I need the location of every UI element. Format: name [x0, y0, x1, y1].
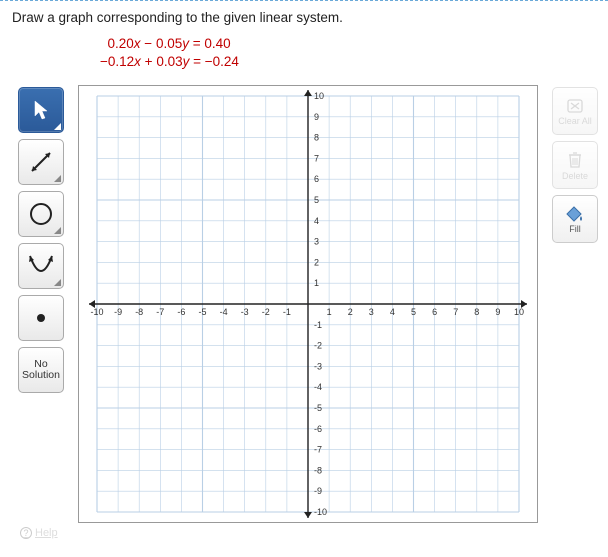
- point-tool-button[interactable]: [18, 295, 64, 341]
- svg-text:5: 5: [411, 307, 416, 317]
- svg-text:-8: -8: [314, 466, 322, 476]
- trash-icon: [566, 150, 584, 170]
- svg-text:3: 3: [314, 237, 319, 247]
- no-solution-button[interactable]: No Solution: [18, 347, 64, 393]
- equations-block: 0.20x − 0.05y = 0.40 −0.12x + 0.03y = −0…: [0, 29, 608, 81]
- svg-text:1: 1: [314, 279, 319, 289]
- equation-1: 0.20x − 0.05y = 0.40: [100, 35, 608, 53]
- svg-text:6: 6: [314, 175, 319, 185]
- help-link[interactable]: ? Help: [20, 527, 58, 539]
- svg-text:-2: -2: [314, 341, 322, 351]
- svg-text:-3: -3: [314, 362, 322, 372]
- pointer-icon: [32, 99, 50, 121]
- svg-text:7: 7: [453, 307, 458, 317]
- svg-text:9: 9: [314, 112, 319, 122]
- svg-text:-10: -10: [90, 307, 103, 317]
- circle-icon: [27, 200, 55, 228]
- fill-label: Fill: [569, 224, 581, 234]
- svg-text:1: 1: [327, 307, 332, 317]
- fill-button[interactable]: Fill: [552, 195, 598, 243]
- svg-text:2: 2: [348, 307, 353, 317]
- right-tool-palette: Clear All Delete Fill: [552, 87, 598, 249]
- svg-text:-6: -6: [314, 424, 322, 434]
- svg-text:8: 8: [314, 133, 319, 143]
- pointer-tool-button[interactable]: [18, 87, 64, 133]
- line-tool-button[interactable]: [18, 139, 64, 185]
- svg-text:10: 10: [314, 91, 324, 101]
- graph-canvas[interactable]: -10 -9 -8 -7 -6 -5 -4 -3 -2 -1 1 2 3 4 5 6 7 8 9 10 -10 -9 -8 -…: [78, 85, 538, 523]
- circle-tool-button[interactable]: [18, 191, 64, 237]
- svg-text:7: 7: [314, 154, 319, 164]
- delete-button[interactable]: Delete: [552, 141, 598, 189]
- clear-all-button[interactable]: Clear All: [552, 87, 598, 135]
- svg-text:10: 10: [514, 307, 524, 317]
- line-icon: [27, 148, 55, 176]
- svg-text:9: 9: [495, 307, 500, 317]
- svg-text:4: 4: [390, 307, 395, 317]
- parabola-icon: [26, 252, 56, 280]
- svg-text:-9: -9: [114, 307, 122, 317]
- fill-icon: [565, 205, 585, 223]
- svg-text:6: 6: [432, 307, 437, 317]
- help-label: Help: [35, 527, 58, 539]
- svg-text:-7: -7: [156, 307, 164, 317]
- svg-text:-8: -8: [135, 307, 143, 317]
- svg-text:-1: -1: [314, 320, 322, 330]
- svg-text:2: 2: [314, 258, 319, 268]
- svg-text:-5: -5: [314, 403, 322, 413]
- clear-all-label: Clear All: [558, 116, 592, 126]
- svg-text:-3: -3: [241, 307, 249, 317]
- svg-text:-4: -4: [314, 383, 322, 393]
- svg-text:3: 3: [369, 307, 374, 317]
- svg-text:-4: -4: [220, 307, 228, 317]
- coordinate-grid: -10 -9 -8 -7 -6 -5 -4 -3 -2 -1 1 2 3 4 5 6 7 8 9 10 -10 -9 -8 -…: [79, 86, 537, 522]
- clear-icon: [565, 97, 585, 115]
- svg-text:4: 4: [314, 216, 319, 226]
- equation-2: −0.12x + 0.03y = −0.24: [100, 53, 608, 71]
- point-icon: [33, 310, 49, 326]
- instruction-text: Draw a graph corresponding to the given …: [0, 2, 608, 29]
- delete-label: Delete: [562, 171, 588, 181]
- svg-text:-9: -9: [314, 487, 322, 497]
- left-tool-palette: No Solution: [18, 87, 68, 399]
- svg-text:-10: -10: [314, 507, 327, 517]
- svg-text:-1: -1: [283, 307, 291, 317]
- svg-text:-6: -6: [177, 307, 185, 317]
- svg-text:5: 5: [314, 195, 319, 205]
- svg-text:-5: -5: [198, 307, 206, 317]
- svg-text:-7: -7: [314, 445, 322, 455]
- parabola-tool-button[interactable]: [18, 243, 64, 289]
- help-icon: ?: [20, 527, 32, 539]
- svg-text:8: 8: [474, 307, 479, 317]
- no-solution-label-2: Solution: [22, 370, 60, 381]
- svg-text:-2: -2: [262, 307, 270, 317]
